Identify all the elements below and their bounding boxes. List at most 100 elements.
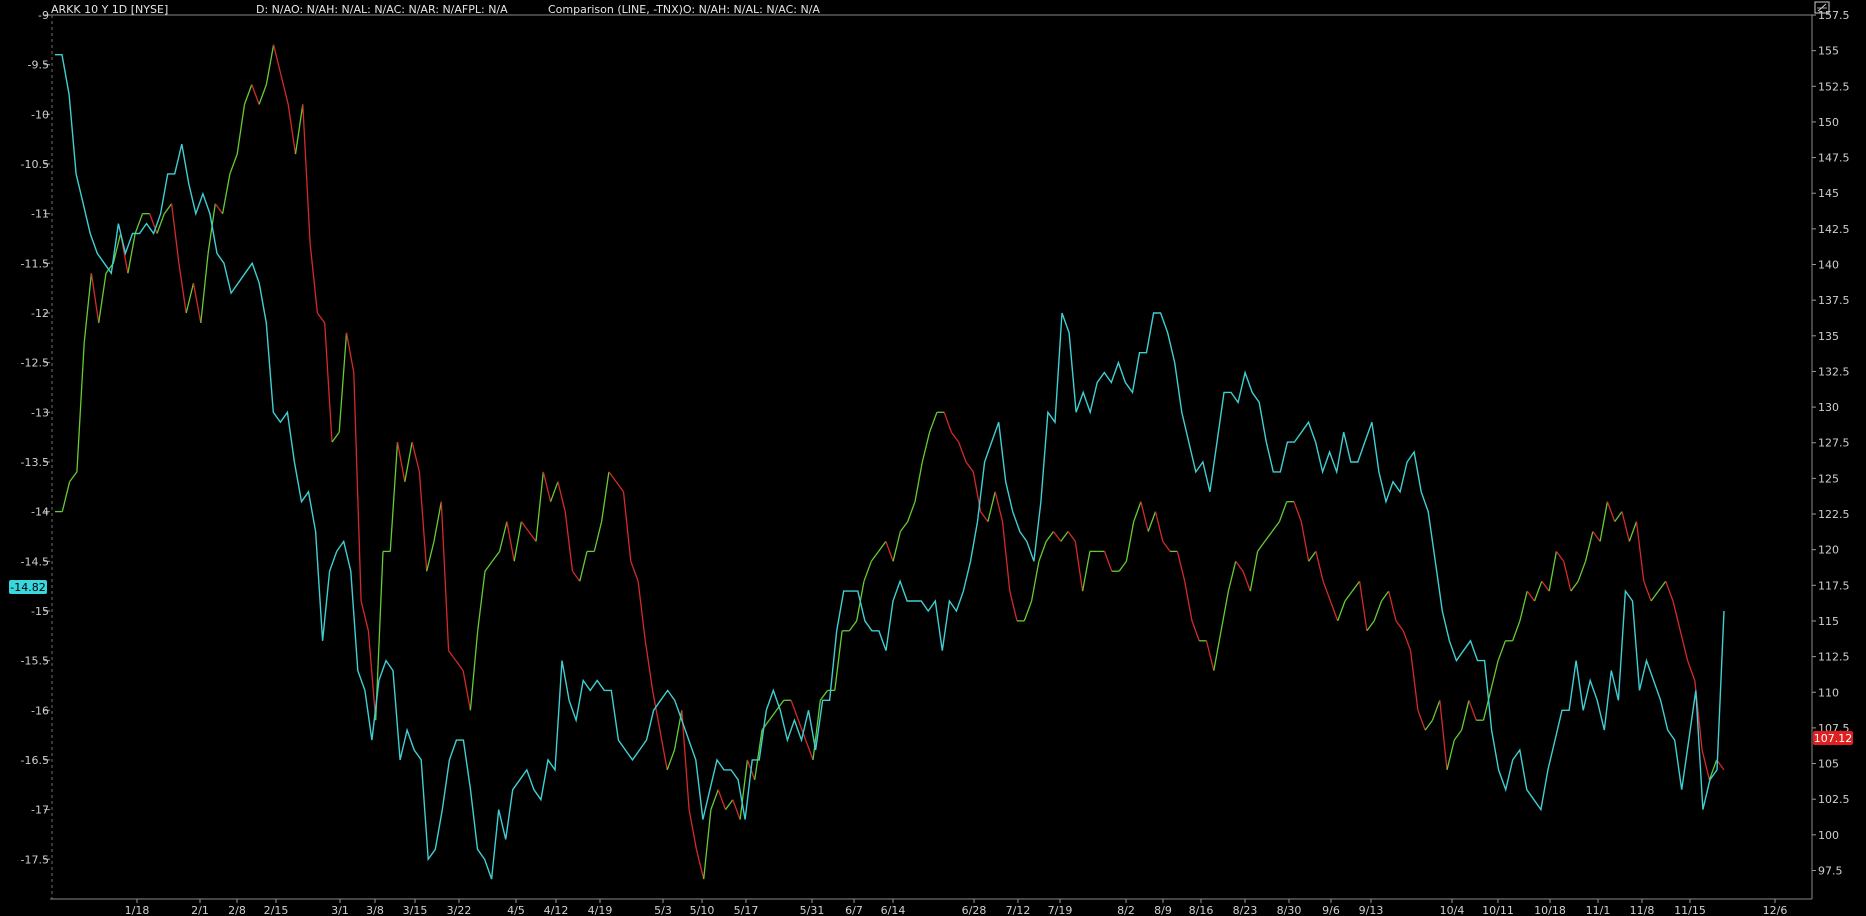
left-tick: -11 [31,208,50,221]
x-tick-label: 11/1 [1586,904,1611,916]
left-tick-label: -15.5 [21,655,49,668]
left-tick-label: -14.5 [21,555,49,568]
x-tick-label: 3/1 [331,904,349,916]
svg-text:-14.82: -14.82 [10,581,45,594]
left-tick-label: -16 [31,704,49,717]
comparison-values: Comparison (LINE, -TNX)O: N/AH: N/AL: N/… [548,3,820,16]
x-tick-label: 8/16 [1189,904,1214,916]
left-tick-label: -11 [31,208,49,221]
right-tick-label: 155 [1818,45,1839,58]
x-tick-label: 2/8 [228,904,246,916]
x-tick-label: 9/6 [1322,904,1340,916]
x-tick-label: 3/15 [403,904,428,916]
symbol-label: ARKK 10 Y 1D [NYSE] [51,3,168,16]
left-tick: -9.5 [28,59,50,72]
x-tick-label: 2/15 [264,904,289,916]
x-tick-label: 12/6 [1763,904,1788,916]
right-tick-label: 157.5 [1818,9,1850,22]
right-tick: 122.5 [1812,508,1850,521]
left-tick-label: -13 [31,406,49,419]
right-tick-label: 112.5 [1818,651,1850,664]
x-tick-label: 1/18 [125,904,150,916]
left-tick: -12.5 [21,357,50,370]
right-tick-label: 137.5 [1818,294,1850,307]
right-tick-label: 125 [1818,472,1839,485]
right-tick-label: 115 [1818,615,1839,628]
right-tick: 152.5 [1812,80,1850,93]
left-tick-label: -16.5 [21,754,49,767]
right-value-badge: 107.12 [1813,731,1853,745]
left-tick-label: -15 [31,605,49,618]
left-tick-label: -9 [38,9,49,22]
study-values: D: N/AO: N/AH: N/AL: N/AC: N/AR: N/AFPL:… [256,3,508,16]
x-tick-label: 10/18 [1534,904,1566,916]
left-tick: -17.5 [21,853,50,866]
left-tick-label: -11.5 [21,257,49,270]
left-tick: -14.5 [21,555,50,568]
left-tick-label: -17.5 [21,853,49,866]
left-tick: -14 [31,506,50,519]
right-tick: 132.5 [1812,365,1850,378]
right-tick-label: 120 [1818,544,1839,557]
right-tick: 112.5 [1812,651,1850,664]
left-tick: -12 [31,307,50,320]
left-tick-label: -10 [31,108,49,121]
x-tick-label: 6/14 [881,904,906,916]
x-tick-label: 5/3 [654,904,672,916]
x-tick-label: 6/28 [962,904,987,916]
x-tick-label: 8/2 [1117,904,1135,916]
x-tick-label: 6/7 [845,904,863,916]
x-tick-label: 4/12 [544,904,569,916]
right-tick-label: 135 [1818,330,1839,343]
right-tick: 127.5 [1812,437,1850,450]
right-tick-label: 147.5 [1818,152,1850,165]
left-tick-label: -9.5 [28,59,49,72]
right-tick-label: 105 [1818,758,1839,771]
left-tick-label: -12 [31,307,49,320]
left-tick: -13 [31,406,50,419]
left-tick: -17 [31,804,50,817]
right-tick-label: 97.5 [1818,864,1843,877]
chart-background [0,0,1866,916]
right-tick-label: 142.5 [1818,223,1850,236]
left-tick-label: -14 [31,506,49,519]
left-tick: -15 [31,605,50,618]
right-tick-label: 130 [1818,401,1839,414]
right-tick-label: 145 [1818,187,1839,200]
x-tick-label: 4/19 [588,904,613,916]
left-tick-label: -13.5 [21,456,49,469]
right-tick-label: 117.5 [1818,579,1850,592]
x-tick-label: 4/5 [507,904,525,916]
right-tick: 142.5 [1812,223,1850,236]
x-tick-label: 10/4 [1440,904,1465,916]
left-tick: -10 [31,108,50,121]
x-tick-label: 5/10 [690,904,715,916]
x-tick-label: 3/22 [447,904,472,916]
left-tick-label: -17 [31,804,49,817]
x-tick-label: 8/23 [1233,904,1258,916]
price-chart[interactable]: ARKK 10 Y 1D [NYSE] D: N/AO: N/AH: N/AL:… [0,0,1866,916]
left-tick: -13.5 [21,456,50,469]
left-value-badge: -14.82 [9,580,47,594]
right-tick: 102.5 [1812,793,1850,806]
left-tick: -16.5 [21,754,50,767]
x-tick-label: 11/15 [1674,904,1706,916]
left-tick: -10.5 [21,158,50,171]
left-tick-label: -12.5 [21,357,49,370]
x-tick-label: 3/8 [366,904,384,916]
x-tick-label: 10/11 [1482,904,1514,916]
left-tick-label: -10.5 [21,158,49,171]
right-tick-label: 152.5 [1818,80,1850,93]
x-tick-label: 9/13 [1359,904,1384,916]
left-tick: -16 [31,704,50,717]
right-tick-label: 132.5 [1818,365,1850,378]
x-tick-label: 8/30 [1277,904,1302,916]
left-tick: -11.5 [21,257,50,270]
left-tick: -15.5 [21,655,50,668]
x-tick-label: 5/17 [734,904,759,916]
right-tick: 137.5 [1812,294,1850,307]
right-tick: 117.5 [1812,579,1850,592]
svg-text:107.12: 107.12 [1814,732,1853,745]
right-tick-label: 102.5 [1818,793,1850,806]
right-tick-label: 140 [1818,259,1839,272]
